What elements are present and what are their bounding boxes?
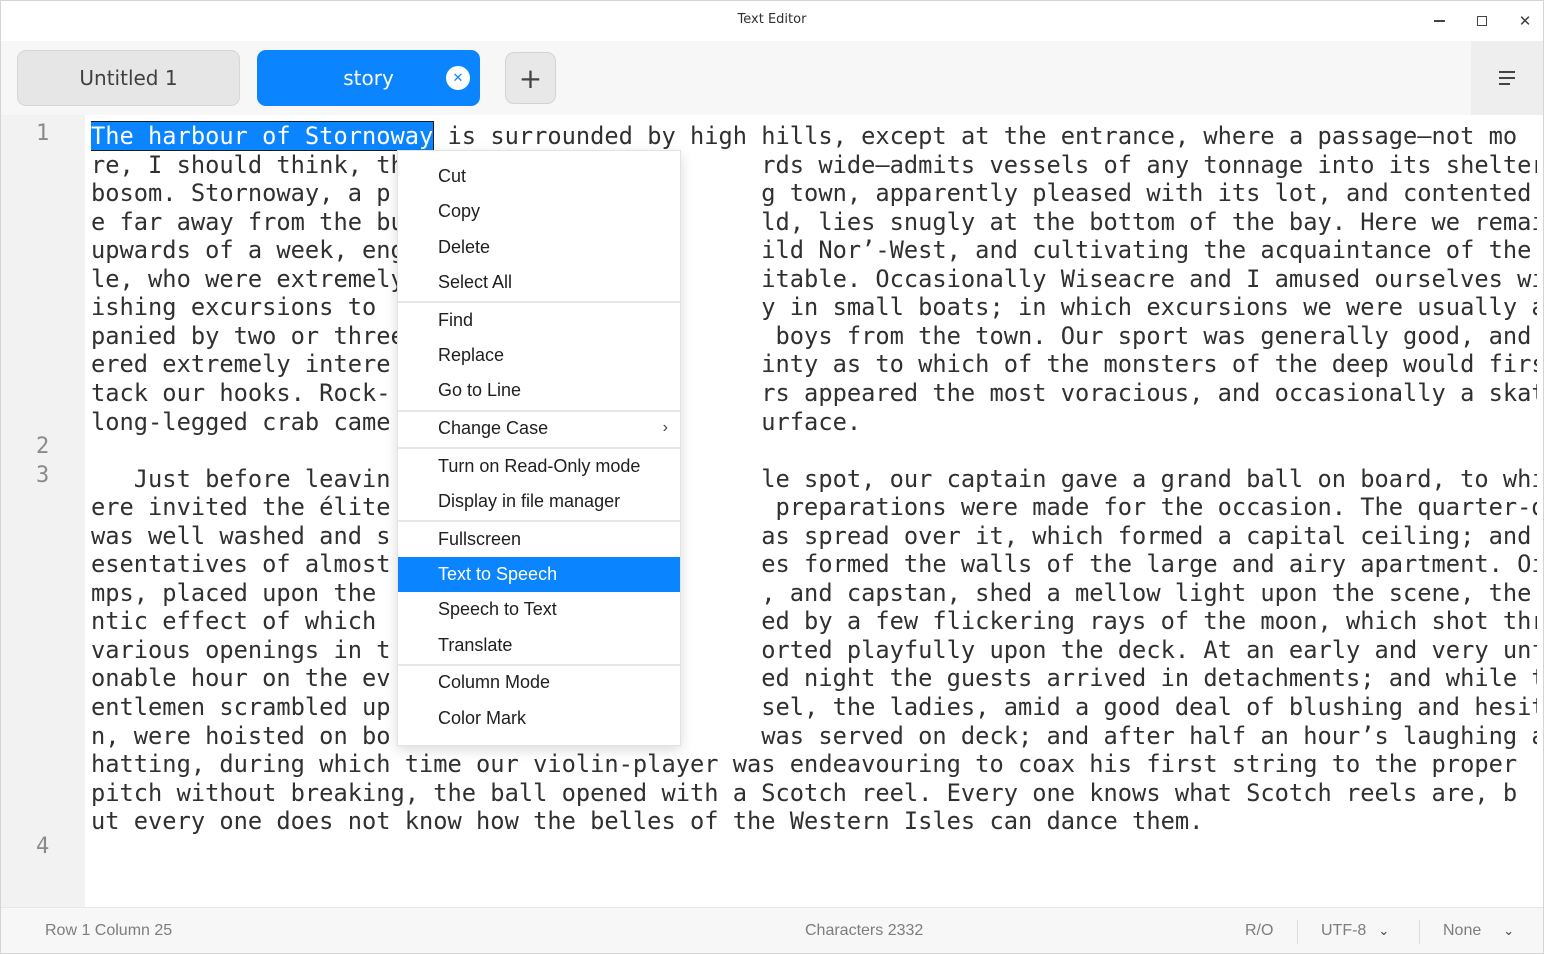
minimize-button[interactable] bbox=[1424, 7, 1454, 35]
menu-item-column-mode[interactable]: Column Mode bbox=[398, 665, 680, 700]
menu-item-label: Fullscreen bbox=[438, 528, 522, 549]
text-row: mps, placed upon the , and capstan, shed… bbox=[91, 578, 1537, 607]
text-row: various openings in t orted playfully up… bbox=[91, 635, 1537, 664]
minimize-icon bbox=[1433, 20, 1445, 22]
menu-item-label: Speech to Text bbox=[438, 599, 557, 620]
text-row: e far away from the bu ld, lies snugly a… bbox=[91, 207, 1537, 236]
text-row: hatting, during which time our violin-pl… bbox=[91, 750, 1518, 779]
text-row: was well washed and s as spread over it,… bbox=[91, 521, 1537, 550]
tab-label: story bbox=[343, 66, 394, 90]
menu-item-label: Cut bbox=[438, 166, 467, 186]
text-editing-area[interactable]: The harbour of Stornoway is surrounded b… bbox=[91, 121, 1537, 905]
menu-item-label: Change Case bbox=[438, 417, 549, 438]
text-row: ishing excursions to y in small boats; i… bbox=[91, 293, 1537, 322]
plus-icon: + bbox=[518, 61, 543, 95]
chevron-down-icon: ⌄ bbox=[1378, 923, 1390, 938]
context-menu: Cut Copy Delete Select All Find Replace Go to … bbox=[397, 150, 681, 746]
text-row: entlemen scrambled up sel, the ladies, a… bbox=[91, 693, 1537, 721]
window-title: Text Editor bbox=[737, 12, 807, 27]
menu-item-delete[interactable]: Delete bbox=[398, 230, 680, 265]
main-menu-button[interactable] bbox=[1471, 41, 1543, 115]
status-bar: Row 1 Column 25 Characters 2332 R/O UTF-… bbox=[1, 907, 1543, 953]
maximize-button[interactable] bbox=[1467, 7, 1497, 35]
line-number-gutter: 1 2 3 4 bbox=[1, 115, 85, 907]
menu-item-label: Turn on Read-Only mode bbox=[438, 455, 641, 476]
menu-item-label: Color Mark bbox=[438, 707, 527, 728]
menu-item-label: Delete bbox=[438, 236, 491, 257]
close-icon: ✕ bbox=[1518, 12, 1532, 30]
encoding-dropdown[interactable]: UTF-8 ⌄ bbox=[1321, 922, 1389, 940]
menu-item-display-in-file-manager[interactable]: Display in file manager bbox=[398, 484, 680, 519]
readonly-indicator[interactable]: R/O bbox=[1245, 922, 1273, 940]
menu-item-label: Display in file manager bbox=[438, 490, 621, 511]
cursor-position: Row 1 Column 25 bbox=[45, 922, 173, 939]
text-row: pitch without breaking, the ball opened … bbox=[91, 778, 1518, 807]
highlight-dropdown[interactable]: None ⌄ bbox=[1443, 922, 1514, 940]
highlight-value: None bbox=[1443, 922, 1482, 939]
tab-untitled-1[interactable]: Untitled 1 bbox=[17, 50, 240, 106]
menu-item-label: Replace bbox=[438, 344, 505, 365]
menu-item-color-mark[interactable]: Color Mark bbox=[398, 701, 680, 736]
text-row: esentatives of almost es formed the wall… bbox=[91, 550, 1537, 579]
text-row: re, I should think, th rds wide—admits v… bbox=[91, 150, 1537, 179]
menu-item-text-to-speech[interactable]: Text to Speech bbox=[398, 556, 680, 592]
line-number: 2 bbox=[36, 434, 50, 459]
tab-close-button[interactable]: ✕ bbox=[446, 66, 470, 90]
text-row: onable hour on the ev ed night the guest… bbox=[91, 664, 1537, 693]
chevron-down-icon: ⌄ bbox=[1503, 923, 1515, 938]
menu-item-turn-on-read-only-mode[interactable]: Turn on Read-Only mode bbox=[398, 449, 680, 484]
menu-item-label: Copy bbox=[438, 201, 481, 222]
add-tab-button[interactable]: + bbox=[505, 52, 556, 104]
text-row: panied by two or three boys from the tow… bbox=[91, 321, 1537, 350]
maximize-icon bbox=[1477, 16, 1487, 26]
text-row: le, who were extremely itable. Occasiona… bbox=[91, 264, 1537, 293]
text-row: The harbour of Stornoway is surrounded b… bbox=[91, 121, 1518, 151]
menu-item-change-case[interactable]: Change Case › bbox=[398, 411, 680, 446]
line-number: 4 bbox=[36, 834, 50, 859]
text-row: tack our hooks. Rock- rs appeared the mo… bbox=[91, 378, 1537, 407]
menu-item-speech-to-text[interactable]: Speech to Text bbox=[398, 592, 680, 627]
row-text: is surrounded by high hills, except at t… bbox=[433, 122, 1518, 150]
text-row: ere invited the élite preparations were … bbox=[91, 493, 1537, 522]
line-number: 1 bbox=[36, 121, 50, 146]
menu-item-go-to-line[interactable]: Go to Line bbox=[398, 373, 680, 408]
tab-bar: Untitled 1 story ✕ + bbox=[1, 41, 1543, 115]
menu-item-cut[interactable]: Cut bbox=[398, 159, 680, 194]
close-window-button[interactable]: ✕ bbox=[1510, 7, 1540, 35]
menu-item-label: Go to Line bbox=[438, 380, 522, 401]
chevron-right-icon: › bbox=[662, 418, 668, 436]
menu-item-fullscreen[interactable]: Fullscreen bbox=[398, 522, 680, 557]
line-number: 3 bbox=[36, 463, 50, 488]
menu-item-copy[interactable]: Copy bbox=[398, 194, 680, 229]
tab-label: Untitled 1 bbox=[79, 66, 178, 90]
text-row: n, were hoisted on bo was served on deck… bbox=[91, 721, 1537, 750]
text-row: Just before leavin le spot, our captain … bbox=[91, 464, 1537, 493]
text-editor-window: Text Editor ✕ Untitled 1 story ✕ + 1 2 3… bbox=[0, 0, 1544, 954]
text-row: ntic effect of which ed by a few flicker… bbox=[91, 607, 1537, 636]
menu-item-label: Select All bbox=[438, 271, 513, 292]
menu-item-find[interactable]: Find bbox=[398, 303, 680, 338]
tab-story[interactable]: story ✕ bbox=[257, 50, 480, 106]
text-row: bosom. Stornoway, a p g town, apparently… bbox=[91, 179, 1537, 208]
close-icon: ✕ bbox=[452, 70, 464, 86]
text-row: ut every one does not know how the belle… bbox=[91, 807, 1204, 836]
menu-item-replace[interactable]: Replace bbox=[398, 338, 680, 373]
text-row: ered extremely intere inty as to which o… bbox=[91, 350, 1537, 379]
menu-item-translate[interactable]: Translate bbox=[398, 628, 680, 663]
title-bar: Text Editor ✕ bbox=[1, 1, 1543, 41]
text-row: upwards of a week, eng ild Nor’-West, an… bbox=[91, 236, 1537, 265]
encoding-value: UTF-8 bbox=[1321, 922, 1367, 939]
selected-text: The harbour of Stornoway bbox=[91, 121, 435, 151]
menu-item-label: Find bbox=[438, 309, 474, 330]
menu-item-select-all[interactable]: Select All bbox=[398, 265, 680, 300]
menu-item-label: Translate bbox=[438, 634, 513, 655]
menu-item-label: Text to Speech bbox=[438, 563, 558, 584]
hamburger-icon bbox=[1499, 71, 1515, 85]
menu-item-label: Column Mode bbox=[438, 672, 551, 693]
character-count: Characters 2332 bbox=[805, 922, 924, 939]
